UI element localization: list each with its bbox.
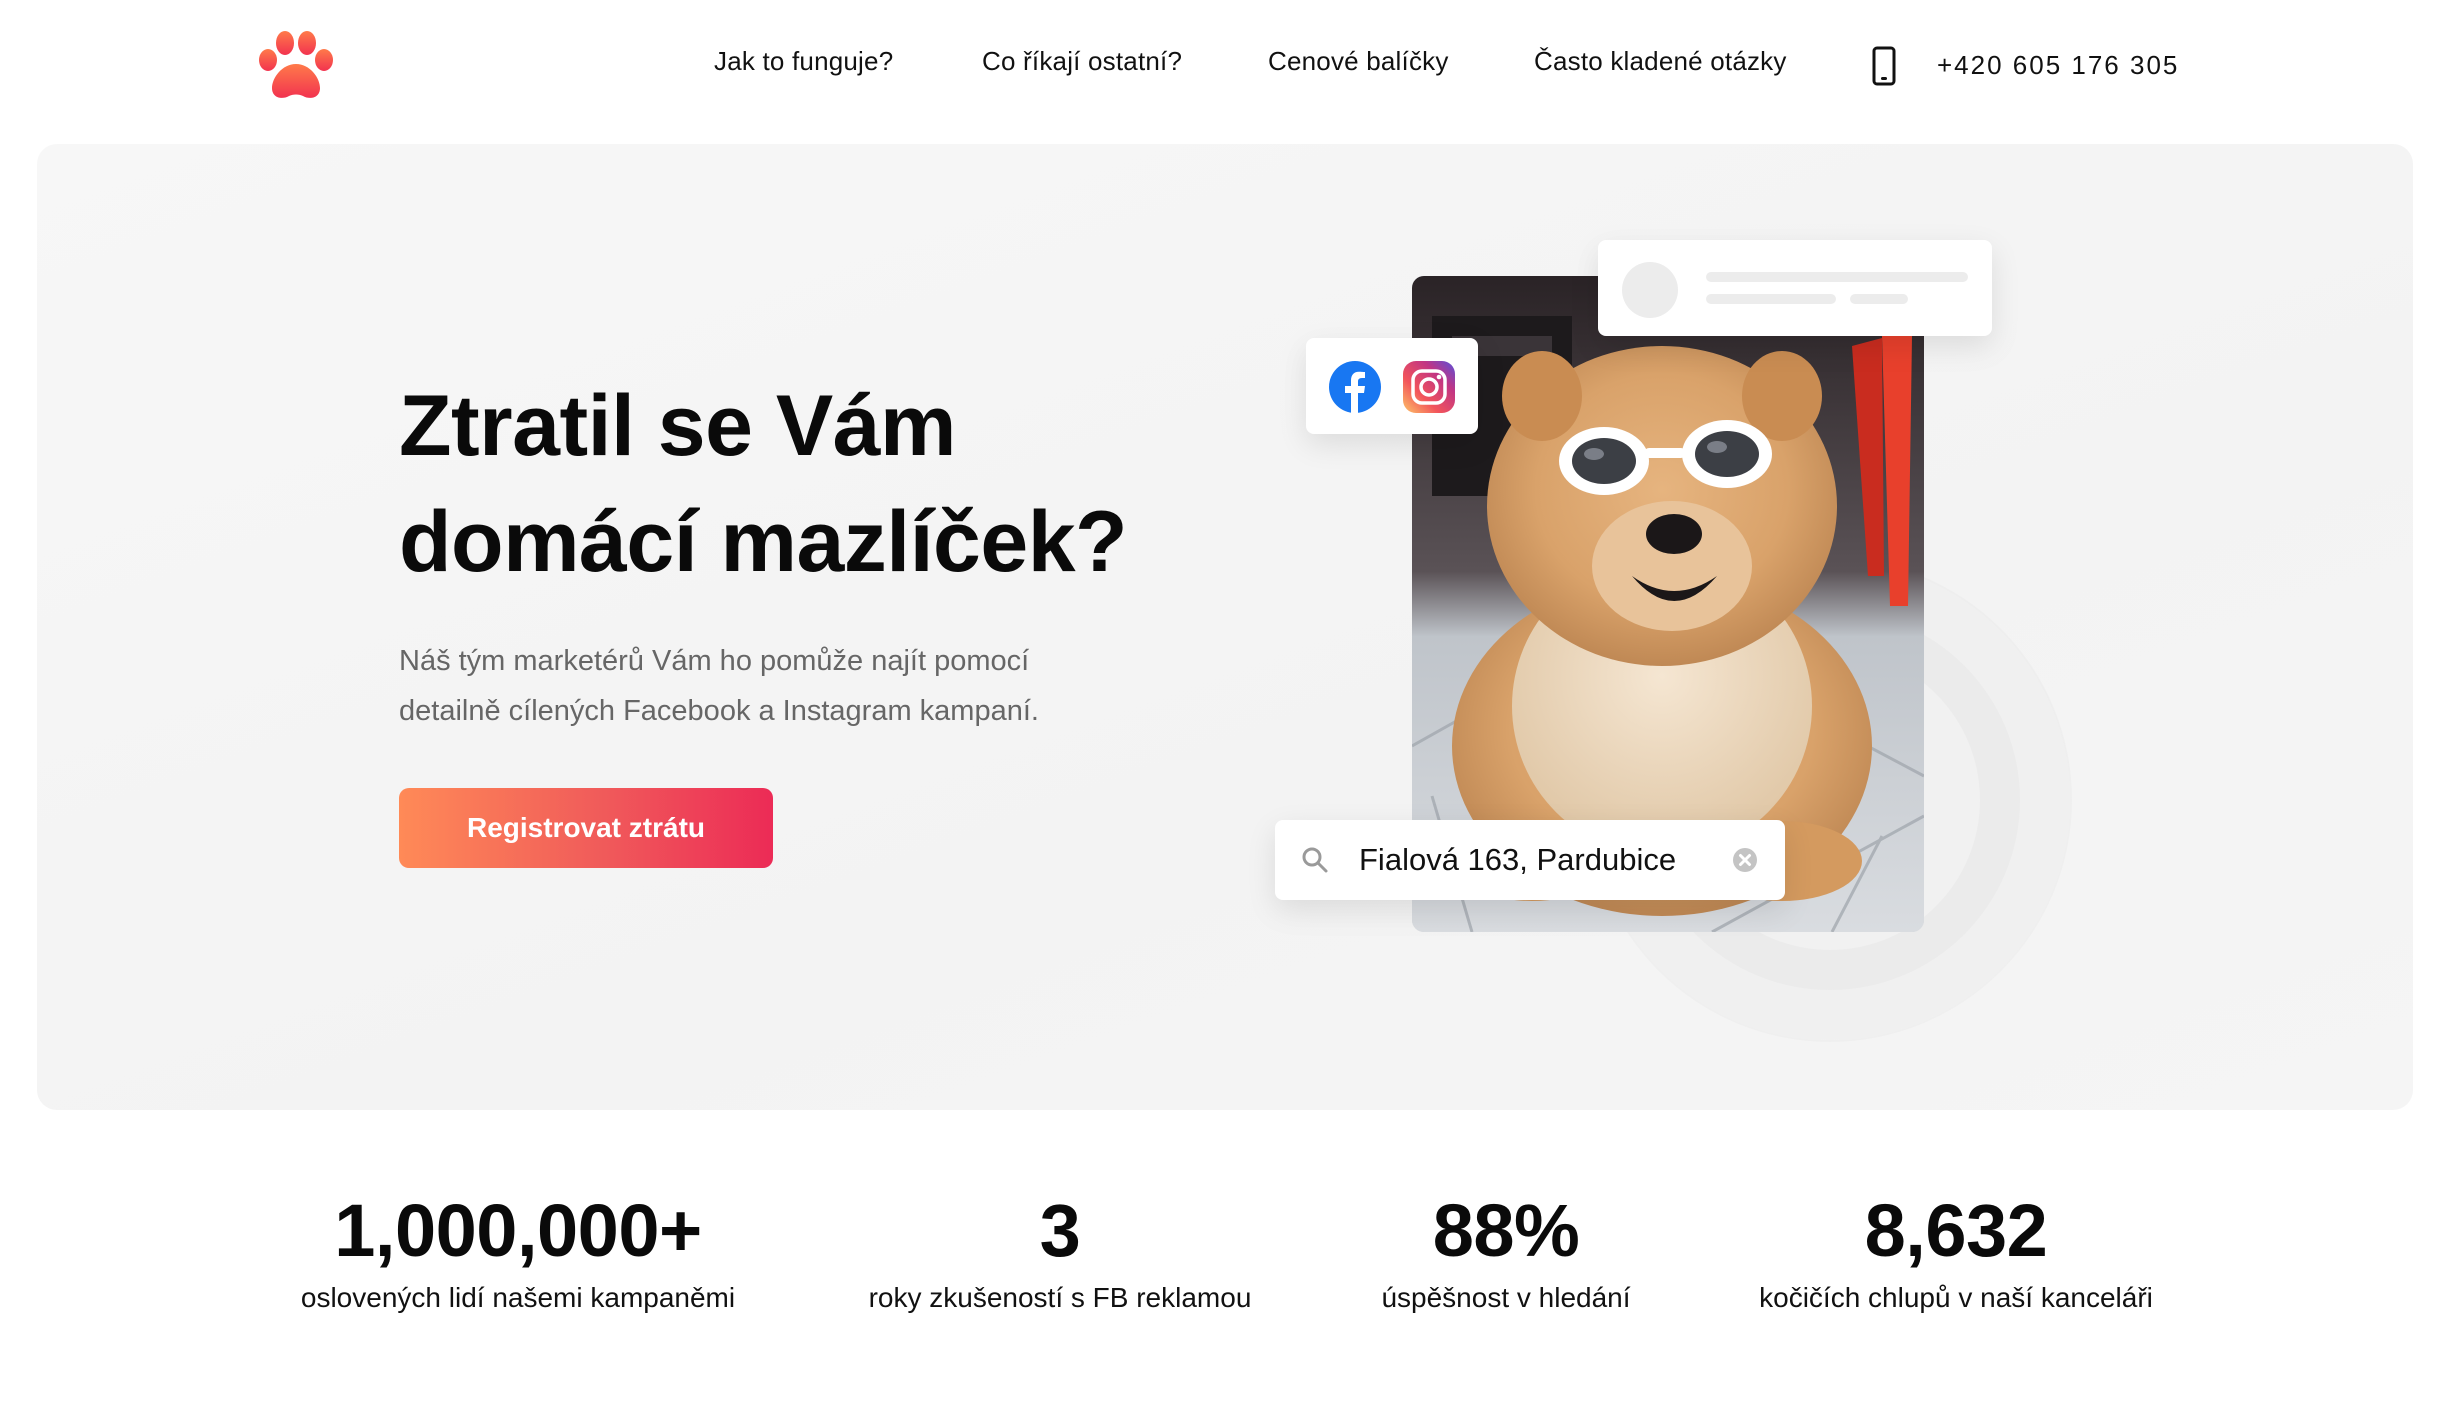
text-placeholder-line (1706, 272, 1968, 282)
social-networks-card (1306, 338, 1478, 434)
location-search-card[interactable]: Fialová 163, Pardubice (1275, 820, 1785, 900)
smartphone-icon (1872, 46, 1896, 86)
hero-title: Ztratil se Vám domácí mazlíček? (399, 368, 1199, 600)
stat-experience: 3 roky zkušeností s FB reklamou (860, 1186, 1260, 1318)
stat-label: úspěšnost v hledání (1381, 1282, 1631, 1313)
hero-title-line-1: Ztratil se Vám (399, 378, 957, 474)
stat-value: 3 (1039, 1189, 1081, 1272)
text-placeholder-line (1850, 294, 1908, 304)
hero-subtitle: Náš tým marketérů Vám ho pomůže najít po… (399, 636, 1119, 736)
stat-value: 8,632 (1864, 1189, 2048, 1272)
stat-label: kočičích chlupů v naší kanceláři (1759, 1282, 2153, 1313)
nav-faq[interactable]: Často kladené otázky (1534, 46, 1787, 77)
stat-label: oslovených lidí našemi kampaněmi (300, 1282, 736, 1313)
search-value: Fialová 163, Pardubice (1359, 842, 1677, 877)
text-placeholder-line (1706, 294, 1836, 304)
post-placeholder-card (1598, 240, 1992, 336)
nav-pricing[interactable]: Cenové balíčky (1268, 46, 1449, 77)
stat-label: roky zkušeností s FB reklamou (868, 1282, 1252, 1313)
nav-how-it-works[interactable]: Jak to funguje? (714, 46, 893, 77)
hero-subtitle-line-2: detailně cílených Facebook a Instagram k… (399, 695, 1039, 727)
stat-success-rate: 88% úspěšnost v hledání (1356, 1186, 1656, 1318)
search-icon (1302, 847, 1328, 873)
facebook-icon[interactable] (1328, 360, 1382, 414)
stat-value: 88% (1432, 1189, 1580, 1272)
hero-section (37, 144, 2413, 1110)
stat-value: 1,000,000+ (334, 1189, 702, 1272)
stat-reach: 1,000,000+ oslovených lidí našemi kampan… (296, 1186, 740, 1318)
clear-icon[interactable] (1731, 846, 1759, 874)
site-header: Jak to funguje? Co říkají ostatní? Cenov… (0, 0, 2444, 140)
hero-subtitle-line-1: Náš tým marketérů Vám ho pomůže najít po… (399, 645, 1030, 677)
nav-testimonials[interactable]: Co říkají ostatní? (982, 46, 1182, 77)
register-loss-button[interactable]: Registrovat ztrátu (399, 788, 773, 868)
stat-cat-hair: 8,632 kočičích chlupů v naší kanceláři (1746, 1186, 2166, 1318)
hero-title-line-2: domácí mazlíček? (399, 494, 1128, 590)
phone-number-link[interactable]: +420 605 176 305 (1937, 50, 2179, 81)
instagram-icon[interactable] (1402, 360, 1456, 414)
avatar-placeholder (1622, 262, 1678, 318)
